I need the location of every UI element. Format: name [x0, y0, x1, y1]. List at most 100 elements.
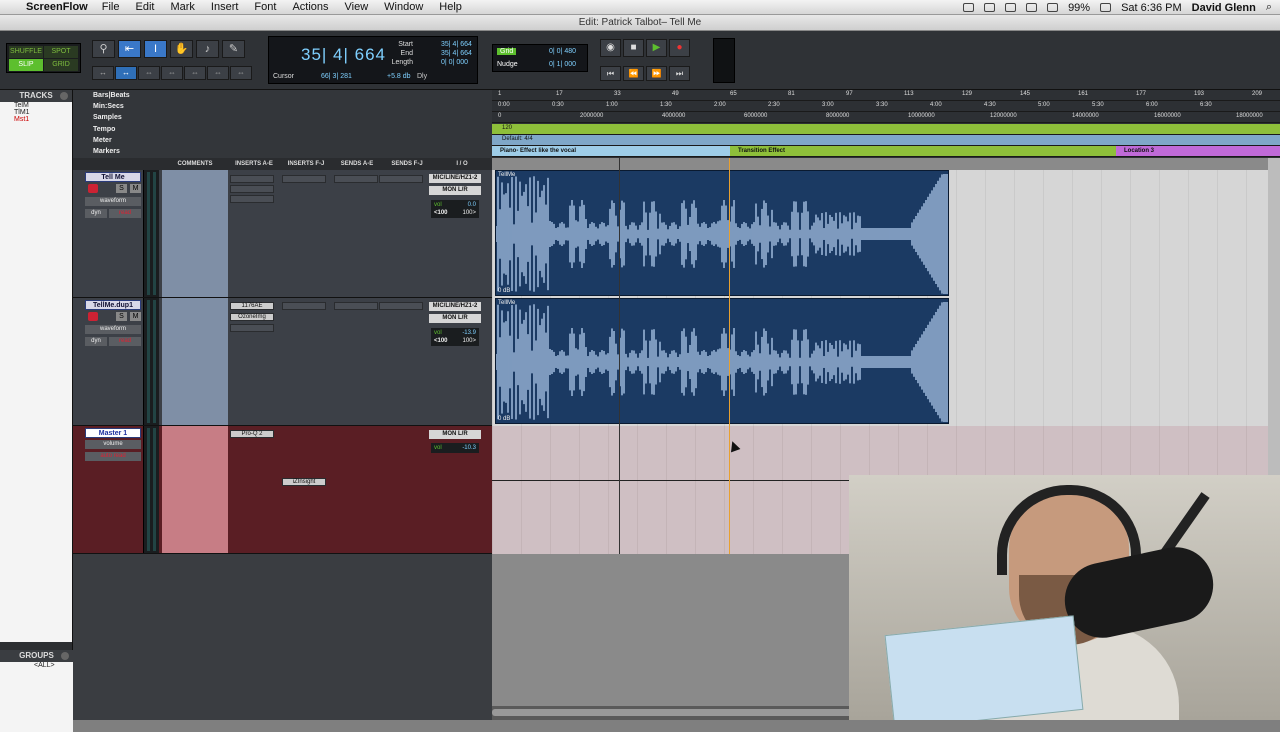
grid-label[interactable]: Grid	[497, 48, 517, 55]
insert-slot[interactable]	[230, 195, 274, 203]
track-list-item[interactable]: TelM	[14, 102, 72, 109]
insert-pro-q[interactable]: Pro-Q 2	[230, 430, 274, 438]
automation-dyn[interactable]: dyn	[85, 337, 107, 346]
pan-right[interactable]: 100>	[462, 209, 476, 217]
audio-clip[interactable]: TellMe 0 dB	[495, 170, 949, 296]
send-slot[interactable]	[379, 302, 423, 310]
nudge-value[interactable]: 0| 1| 000	[549, 61, 576, 68]
battery-percent[interactable]: 99%	[1068, 2, 1090, 14]
volume-display[interactable]: vol -10.3	[431, 443, 479, 453]
record-arm-button[interactable]	[88, 184, 98, 193]
spot-mode-button[interactable]: SPOT	[44, 46, 78, 58]
send-slot[interactable]	[379, 175, 423, 183]
marker-location-3[interactable]: Location 3	[1116, 146, 1280, 156]
track-view-selector[interactable]: volume	[85, 440, 141, 449]
track-list-item[interactable]: Mst1	[14, 116, 72, 123]
trim-tool-icon[interactable]: ⇤	[118, 40, 141, 58]
mute-button[interactable]: M	[130, 312, 141, 321]
marker-transition[interactable]: Transition Effect	[730, 146, 1116, 156]
groups-panel-header[interactable]: GROUPS	[0, 650, 73, 662]
battery-icon[interactable]	[1100, 3, 1112, 12]
volume-icon[interactable]	[1047, 3, 1059, 12]
screenflow-status-icon[interactable]	[963, 3, 975, 12]
min-secs-ruler[interactable]: 0:00 0:30 1:00 1:30 2:00 2:30 3:00 3:30 4:00 4:30…	[492, 101, 1280, 112]
go-to-end-icon[interactable]: ⏭	[669, 66, 690, 81]
insert-izinsight[interactable]: iZInsight	[282, 478, 326, 486]
zoom-in-icon[interactable]: ↔	[115, 66, 137, 80]
spotlight-icon[interactable]: ⌕	[1266, 1, 1272, 14]
mute-button[interactable]: M	[130, 184, 141, 193]
comments-field[interactable]	[162, 426, 228, 553]
output-selector[interactable]: MON L/R	[429, 430, 481, 439]
insert-slot[interactable]	[230, 324, 274, 332]
vol-value[interactable]: -10.3	[462, 444, 476, 452]
app-menu[interactable]: ScreenFlow	[26, 1, 88, 13]
group-list-item[interactable]: <ALL>	[34, 662, 73, 669]
pan-right[interactable]: 100>	[462, 337, 476, 345]
comments-field[interactable]	[162, 170, 228, 297]
track-list-item[interactable]: TlM1	[14, 109, 72, 116]
automation-dyn[interactable]: dyn	[85, 209, 107, 218]
tracks-menu-icon[interactable]	[60, 92, 68, 100]
menu-edit[interactable]: Edit	[135, 1, 154, 13]
track-name[interactable]: Master 1	[85, 428, 141, 438]
main-counter-value[interactable]: 35| 4| 664	[301, 45, 386, 65]
meter-value[interactable]: Default: 4/4	[502, 136, 533, 142]
insert-slot[interactable]	[282, 302, 326, 310]
track-view-selector[interactable]: waveform	[85, 197, 141, 206]
vol-value[interactable]: 0.0	[468, 201, 476, 209]
zoom-preset-1[interactable]: ⇔	[138, 66, 160, 80]
clock[interactable]: Sat 6:36 PM	[1121, 2, 1182, 14]
grid-value[interactable]: 0| 0| 480	[549, 48, 576, 55]
delay-label[interactable]: Dly	[417, 73, 427, 80]
slip-mode-button[interactable]: SLIP	[9, 59, 43, 71]
play-icon[interactable]: ▶	[646, 39, 667, 57]
track-name[interactable]: Tell Me	[85, 172, 141, 182]
scroll-thumb[interactable]	[492, 709, 852, 716]
meter-ruler[interactable]: Default: 4/4	[492, 135, 1280, 146]
menu-actions[interactable]: Actions	[292, 1, 328, 13]
tempo-value[interactable]: 120	[502, 125, 512, 131]
input-selector[interactable]: MIC/LINE/HZ1-2	[429, 174, 481, 183]
output-selector[interactable]: MON L/R	[429, 186, 481, 195]
pan-left[interactable]: <100	[434, 338, 448, 344]
zoom-preset-2[interactable]: ⇔	[161, 66, 183, 80]
length-value[interactable]: 0| 0| 000	[441, 59, 468, 66]
automation-mode[interactable]: read	[109, 209, 141, 218]
pencil-tool-icon[interactable]: ✎	[222, 40, 245, 58]
menu-file[interactable]: File	[102, 1, 120, 13]
insert-slot[interactable]	[230, 185, 274, 193]
timeline-rulers[interactable]: 1 17 33 49 65 81 97 113 129 145 161 177 193 209 0:00 0…	[492, 90, 1280, 158]
input-selector[interactable]: MIC/LINE/HZ1-2	[429, 302, 481, 311]
solo-button[interactable]: S	[116, 312, 127, 321]
volume-pan-display[interactable]: vol -13.9 100> <100	[431, 328, 479, 346]
dropbox-icon[interactable]	[984, 3, 996, 12]
online-icon[interactable]: ◉	[600, 39, 621, 57]
stop-icon[interactable]: ■	[623, 39, 644, 57]
timeline-lane-tellme-dup1[interactable]: TellMe 0 dB	[492, 298, 1272, 426]
menu-help[interactable]: Help	[439, 1, 462, 13]
volume-pan-display[interactable]: vol 0.0 100> <100	[431, 200, 479, 218]
zoom-out-icon[interactable]: ↔	[92, 66, 114, 80]
audio-clip[interactable]: TellMe 0 dB	[495, 298, 949, 424]
menu-font[interactable]: Font	[254, 1, 276, 13]
vol-value[interactable]: -13.9	[462, 329, 476, 337]
zoom-preset-4[interactable]: ⇔	[207, 66, 229, 80]
automation-mode[interactable]: auto read	[85, 452, 141, 461]
insert-slot[interactable]	[282, 175, 326, 183]
menu-view[interactable]: View	[345, 1, 369, 13]
start-value[interactable]: 35| 4| 664	[441, 41, 472, 48]
zoomer-tool-icon[interactable]: ⚲	[92, 40, 115, 58]
insert-ozone[interactable]: OzoneImg	[230, 313, 274, 321]
wifi-icon[interactable]	[1026, 3, 1038, 12]
markers-ruler[interactable]: Piano- Effect like the vocal Transition …	[492, 146, 1280, 157]
track-view-selector[interactable]: waveform	[85, 325, 141, 334]
comments-field[interactable]	[162, 298, 228, 425]
insert-1176ae[interactable]: 1176AE	[230, 302, 274, 310]
return-to-zero-icon[interactable]: ⏮	[600, 66, 621, 81]
pan-left[interactable]: <100	[434, 210, 448, 216]
menu-mark[interactable]: Mark	[170, 1, 194, 13]
track-name[interactable]: TellMe.dup1	[85, 300, 141, 310]
automation-mode[interactable]: read	[109, 337, 141, 346]
selector-tool-icon[interactable]: I	[144, 40, 167, 58]
